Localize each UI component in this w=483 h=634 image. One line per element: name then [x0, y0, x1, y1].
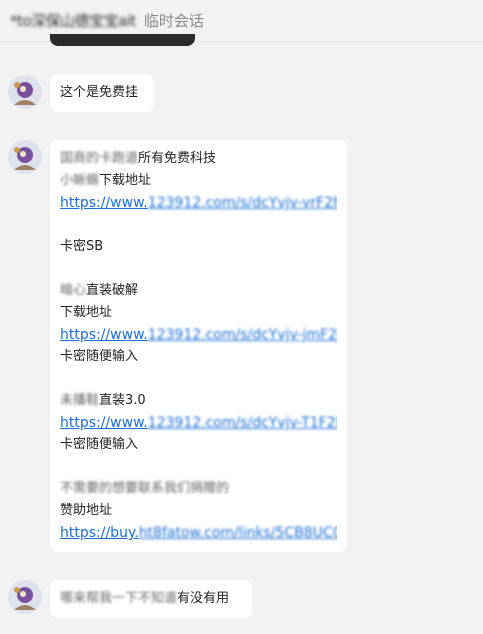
previous-message-bubble	[50, 34, 195, 46]
message-line: 赞助地址	[60, 500, 337, 522]
message-text: 下载地址	[60, 305, 113, 320]
redacted-text: 暗心	[60, 283, 87, 298]
message-line: 哪来帮我一下不知道有没有用	[60, 588, 242, 610]
message-line: 卡密随便输入	[60, 346, 337, 368]
link-text-redacted[interactable]: ht8fatow.com/links/5CB8UC06	[139, 525, 337, 541]
link-text[interactable]: https://buy.	[60, 525, 139, 541]
message-text: 直装破解	[86, 283, 139, 298]
message-text: 卡密随便输入	[60, 437, 139, 452]
user-avatar-icon	[8, 580, 42, 614]
link-text-redacted[interactable]: 123912.com/s/dcYvjv-jmF2h	[148, 327, 337, 343]
message-text: 直装3.0	[99, 393, 146, 408]
message-text: 这个是免费挂	[60, 85, 139, 100]
chat-mode-label: 临时会话	[143, 12, 204, 30]
message-line: 暗心直装破解	[60, 280, 337, 302]
user-avatar-icon	[8, 140, 42, 174]
message-line: 卡密随便输入	[60, 434, 337, 456]
redacted-text: 小蜥蜴	[60, 173, 100, 188]
redacted-text: 不需要的想要联系我们捐赠的	[60, 481, 230, 496]
contact-name[interactable]: *to深保山德宝宝ait	[10, 10, 136, 31]
redacted-text: 未播鞋	[60, 393, 100, 408]
message-text: 下载地址	[99, 173, 152, 188]
message-text: 卡密随便输入	[60, 349, 139, 364]
redacted-text: 哪来帮我一下不知道	[60, 591, 178, 606]
message-text: 卡密SB	[60, 239, 104, 254]
message-line: 小蜥蜴下载地址	[60, 170, 337, 192]
message-line: https://buy.ht8fatow.com/links/5CB8UC06	[60, 522, 337, 544]
message-bubble[interactable]: 这个是免费挂	[50, 74, 154, 112]
avatar[interactable]	[8, 140, 42, 174]
avatar[interactable]	[8, 580, 42, 614]
message-line: 不需要的想要联系我们捐赠的	[60, 478, 337, 500]
message-text: 赞助地址	[60, 503, 113, 518]
message-text: 所有免费科技	[138, 151, 217, 166]
message-line: 国商的卡跑道所有免费科技	[60, 148, 337, 170]
message-line: 下载地址	[60, 302, 337, 324]
avatar[interactable]	[8, 75, 42, 109]
message-line: https://www.123912.com/s/dcYvjv-vrF2h	[60, 192, 337, 214]
link-text[interactable]: https://www.	[60, 327, 148, 343]
link-text[interactable]: https://www.	[60, 415, 148, 431]
message-line: 卡密SB	[60, 236, 337, 258]
redacted-text: 国商的卡跑道	[60, 151, 139, 166]
link-text-redacted[interactable]: 123912.com/s/dcYvjv-vrF2h	[148, 195, 337, 211]
message-line: 未播鞋直装3.0	[60, 390, 337, 412]
message-text: 有没有用	[177, 591, 230, 606]
message-bubble[interactable]: 国商的卡跑道所有免费科技 小蜥蜴下载地址 https://www.123912.co…	[50, 140, 347, 552]
link-text[interactable]: https://www.	[60, 195, 148, 211]
message-line: https://www.123912.com/s/dcYvjv-jmF2h	[60, 324, 337, 346]
message-bubble[interactable]: 哪来帮我一下不知道有没有用	[50, 580, 252, 618]
message-line: https://www.123912.com/s/dcYvjv-T1F2h	[60, 412, 337, 434]
link-text-redacted[interactable]: 123912.com/s/dcYvjv-T1F2h	[148, 415, 337, 431]
user-avatar-icon	[8, 75, 42, 109]
